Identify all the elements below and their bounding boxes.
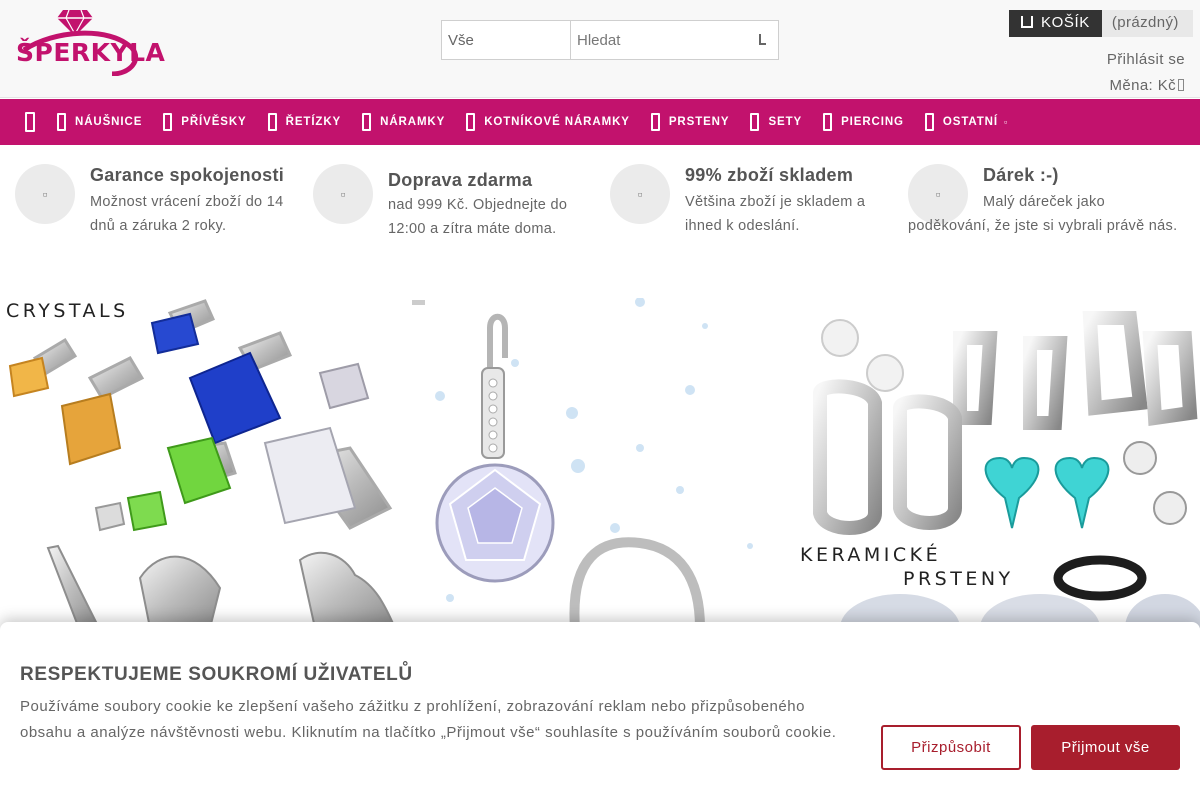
ring-icon	[650, 113, 660, 131]
truck-icon: ▫	[313, 164, 373, 224]
nav-item-privesky[interactable]: PŘÍVĚSKY	[163, 113, 246, 131]
benefit-title: 99% zboží skladem	[685, 165, 854, 185]
logo[interactable]: ŠPERKYLA	[14, 4, 165, 76]
set-icon	[750, 113, 760, 131]
piercing-icon	[823, 113, 833, 131]
cookie-text: Používáme soubory cookie ke zlepšení vaš…	[20, 698, 837, 741]
search-category-select[interactable]: Vše	[441, 20, 571, 60]
benefit-title: Doprava zdarma	[388, 170, 533, 190]
zircon-earring-image	[412, 298, 753, 628]
banner-zircon[interactable]	[400, 298, 800, 628]
benefit-text: Možnost vrácení zboží do 14 dnů a záruka…	[90, 194, 284, 234]
bracelet-icon	[362, 113, 372, 131]
pendant-icon	[163, 113, 173, 131]
thumbs-up-icon: ▫	[15, 164, 75, 224]
nav-item-label: PRSTENY	[668, 116, 730, 128]
accept-all-button[interactable]: Přijmout vše	[1031, 725, 1180, 770]
nav-item-sety[interactable]: SETY	[750, 113, 802, 131]
cart-button[interactable]: KOŠÍK	[1009, 10, 1102, 37]
customize-button[interactable]: Přizpůsobit	[881, 725, 1021, 770]
chevron-down-icon	[1178, 79, 1184, 91]
benefit-text: nad 999 Kč. Objednejte do 12:00 a zítra …	[388, 197, 568, 237]
nav-item-label: ŘETÍZKY	[285, 116, 342, 128]
banner-label: CRYSTALS	[6, 300, 129, 322]
chain-icon	[267, 113, 277, 131]
benefit-title: Dárek :-)	[983, 165, 1059, 185]
cart-icon	[1021, 16, 1033, 28]
nav-item-label: PIERCING	[841, 116, 904, 128]
banner-label-line1: KERAMICKÉ	[800, 544, 942, 566]
box-icon: ▫	[610, 164, 670, 224]
nav-item-retizky[interactable]: ŘETÍZKY	[267, 113, 342, 131]
nav-item-piercing[interactable]: PIERCING	[823, 113, 904, 131]
currency-select[interactable]: Měna: Kč	[1109, 77, 1184, 94]
benefit-title: Garance spokojenosti	[90, 165, 285, 185]
nav-item-naramky[interactable]: NÁRAMKY	[362, 113, 445, 131]
cart[interactable]: KOŠÍK (prázdný)	[1009, 10, 1193, 37]
nav-item-ostatni[interactable]: OSTATNÍ ▫	[924, 113, 1009, 131]
banner-ceramic-rings[interactable]: KERAMICKÉ PRSTENY	[800, 298, 1200, 628]
search-icon[interactable]	[757, 32, 773, 52]
search-input[interactable]	[571, 20, 779, 60]
nav-item-nausnice[interactable]: NÁUŠNICE	[57, 113, 142, 131]
earring-icon	[57, 113, 66, 131]
cookie-consent-bar: RESPEKTUJEME SOUKROMÍ UŽIVATELŮ Používám…	[0, 622, 1200, 800]
banner-label-line2: PRSTENY	[903, 568, 1014, 590]
logo-text: ŠPERKYLA	[16, 38, 166, 67]
nav-item-label: NÁUŠNICE	[75, 116, 143, 128]
banner-crystals[interactable]: CRYSTALS	[0, 298, 400, 628]
nav-item-kotnikove-naramky[interactable]: KOTNÍKOVÉ NÁRAMKY	[466, 113, 630, 131]
benefit-text: Většina zboží je skladem a ihned k odesl…	[685, 194, 866, 234]
cart-status: (prázdný)	[1101, 10, 1193, 37]
main-nav: NÁUŠNICE PŘÍVĚSKY ŘETÍZKY NÁRAMKY KOTNÍK…	[0, 99, 1200, 145]
login-link[interactable]: Přihlásit se	[1107, 51, 1185, 68]
crystal-earrings-image	[8, 299, 397, 628]
other-icon	[924, 113, 934, 131]
nav-item-label: KOTNÍKOVÉ NÁRAMKY	[484, 116, 630, 128]
nav-item-prsteny[interactable]: PRSTENY	[650, 113, 730, 131]
currency-label: Měna: Kč	[1109, 77, 1176, 94]
site-header: ŠPERKYLA Vše KOŠÍK (prázdný) Přihlásit s…	[0, 0, 1200, 98]
cart-label: KOŠÍK	[1041, 14, 1090, 31]
nav-item-label: NÁRAMKY	[380, 116, 446, 128]
chevron-down-icon: ▫	[1003, 117, 1009, 127]
nav-item-label: SETY	[768, 116, 803, 128]
nav-item-label: OSTATNÍ	[942, 116, 998, 128]
nav-item-label: PŘÍVĚSKY	[181, 116, 247, 128]
cookie-title: RESPEKTUJEME SOUKROMÍ UŽIVATELŮ	[20, 664, 413, 685]
anklet-icon	[466, 113, 476, 131]
home-icon[interactable]	[25, 112, 35, 132]
search-bar: Vše	[441, 20, 779, 60]
benefit-text: Malý dáreček jako poděkování, že jste si…	[908, 194, 1178, 234]
